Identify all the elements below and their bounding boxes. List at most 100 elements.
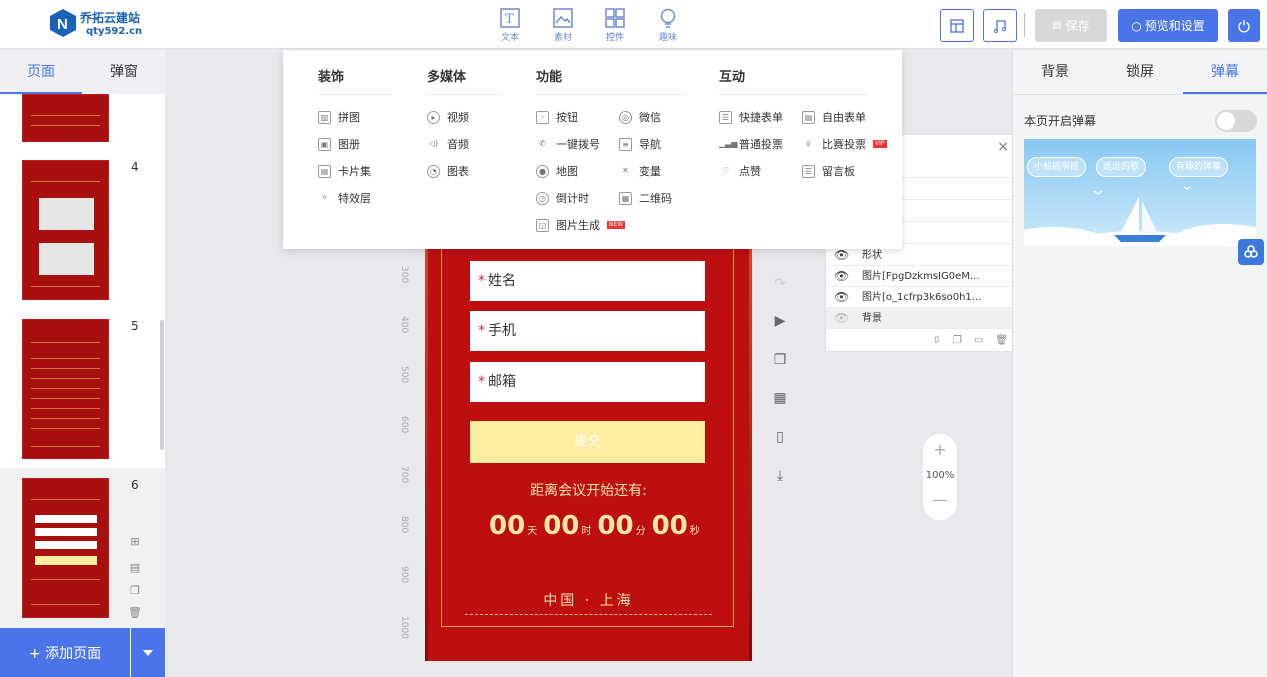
danmaku-toggle[interactable] bbox=[1215, 110, 1257, 132]
template-icon[interactable]: ▤ bbox=[128, 561, 142, 575]
new-badge: NEW bbox=[607, 221, 626, 229]
layer-row-image[interactable]: 👁 图片[o_1cfrp3k6so0h1... bbox=[826, 287, 1016, 308]
settings-panel: 背景 锁屏 弹幕 本页开启弹幕 小船摇啊摇 遥远的歌 有趣的弹幕 bbox=[1012, 50, 1267, 677]
menu-item-variable[interactable]: ✕ 变量 bbox=[619, 163, 661, 179]
logo-subtitle: qty592.cn bbox=[86, 26, 143, 37]
thumb-line bbox=[31, 342, 100, 343]
menu-item-wechat[interactable]: ◎ 微信 bbox=[619, 109, 661, 125]
eye-icon[interactable]: 👁 bbox=[834, 266, 849, 286]
menu-item-message-board[interactable]: ☰ 留言板 bbox=[802, 163, 855, 179]
add-page-dropdown[interactable] bbox=[131, 628, 165, 677]
menu-item-audio[interactable]: ◁) 音频 bbox=[427, 136, 469, 152]
folder-icon[interactable]: ▭ bbox=[974, 335, 983, 346]
tab-lockscreen[interactable]: 锁屏 bbox=[1098, 50, 1182, 94]
menu-item-navigation[interactable]: ≡ 导航 bbox=[619, 136, 661, 152]
trophy-icon: ♕ bbox=[804, 138, 813, 148]
name-field[interactable]: * 姓名 bbox=[470, 261, 705, 301]
sparkle-icon: ✧ bbox=[321, 192, 328, 202]
layers-icon[interactable]: ❐ bbox=[771, 352, 789, 370]
tab-popups[interactable]: 弹窗 bbox=[83, 50, 165, 94]
menu-item-free-form[interactable]: ▤ 自由表单 bbox=[802, 109, 866, 125]
submit-button[interactable]: 提交 bbox=[470, 421, 705, 463]
page-number: 5 bbox=[131, 319, 139, 333]
tab-danmaku[interactable]: 弹幕 bbox=[1183, 50, 1267, 94]
menu-item-qrcode[interactable]: ▦ 二维码 bbox=[619, 190, 672, 206]
close-icon[interactable]: × bbox=[997, 139, 1009, 155]
power-button[interactable] bbox=[1228, 9, 1260, 42]
page-thumbnail-6[interactable] bbox=[22, 478, 109, 618]
zoom-out-icon[interactable]: — bbox=[923, 490, 957, 509]
film-icon[interactable]: ▦ bbox=[771, 390, 789, 408]
left-scrollbar[interactable] bbox=[160, 320, 164, 450]
toolbar-fun-label: 趣味 bbox=[658, 33, 677, 43]
thumb-line bbox=[31, 398, 100, 399]
cloud-service-button[interactable] bbox=[1238, 239, 1264, 265]
save-button[interactable]: ▤ 保存 bbox=[1035, 9, 1107, 42]
menu-item-button[interactable]: ☞ 按钮 bbox=[536, 109, 578, 125]
save-label: 保存 bbox=[1065, 19, 1090, 33]
toolbar-widget-button[interactable]: 控件 bbox=[597, 6, 633, 44]
menu-item-chart[interactable]: ◔ 图表 bbox=[427, 163, 469, 179]
add-page-button[interactable]: + 添加页面 bbox=[0, 628, 130, 677]
preview-settings-button[interactable]: ○ 预览和设置 bbox=[1118, 9, 1218, 42]
menu-item-like[interactable]: ♡ 点赞 bbox=[719, 163, 761, 179]
menu-item-label: 按钮 bbox=[556, 111, 578, 124]
pie-chart-icon: ◔ bbox=[427, 164, 440, 178]
eye-icon[interactable]: 👁 bbox=[834, 287, 849, 307]
thumb-line bbox=[31, 358, 100, 359]
thumb-line bbox=[31, 446, 100, 447]
add-page-icon[interactable]: ⊞ bbox=[128, 535, 142, 549]
delete-icon[interactable]: 🗑 bbox=[995, 335, 1008, 346]
music-button[interactable] bbox=[983, 9, 1017, 42]
toolbar-material-button[interactable]: 素材 bbox=[545, 6, 581, 44]
phone-field[interactable]: * 手机 bbox=[470, 311, 705, 351]
layer-row-image[interactable]: 👁 图片[FpgDzkmsIG0eM... bbox=[826, 266, 1016, 287]
menu-item-countdown[interactable]: ◷ 倒计时 bbox=[536, 190, 589, 206]
menu-item-cards[interactable]: ▤ 卡片集 bbox=[318, 163, 371, 179]
thumb-line bbox=[31, 408, 100, 409]
toolbar-text-button[interactable]: T 文本 bbox=[492, 6, 528, 44]
download-icon[interactable]: ⤓ bbox=[771, 468, 789, 486]
layout-button[interactable] bbox=[940, 9, 974, 42]
menu-item-label: 导航 bbox=[639, 138, 661, 151]
ruler-tick: 400 bbox=[399, 316, 409, 334]
logo-icon: N bbox=[50, 9, 76, 37]
menu-item-vote[interactable]: ▁▃▅ 普通投票 bbox=[719, 136, 783, 152]
menu-item-puzzle[interactable]: ▥ 拼图 bbox=[318, 109, 360, 125]
menu-item-effects[interactable]: ✧ 特效层 bbox=[318, 190, 371, 206]
copy-icon[interactable]: ❐ bbox=[953, 335, 962, 346]
toolbar-fun-button[interactable]: 趣味 bbox=[650, 6, 686, 44]
logo[interactable]: N 乔拓云建站 qty592.cn bbox=[48, 6, 168, 42]
layer-row-background[interactable]: 👁 背景 bbox=[826, 308, 1016, 329]
divider bbox=[427, 94, 501, 95]
svg-text:T: T bbox=[505, 12, 514, 27]
eye-icon[interactable]: 👁 bbox=[834, 308, 849, 328]
tab-pages[interactable]: 页面 bbox=[0, 50, 82, 94]
menu-item-quick-form[interactable]: ☰ 快捷表单 bbox=[719, 109, 783, 125]
page-thumbnail-5[interactable] bbox=[22, 319, 109, 459]
menu-item-video[interactable]: ▸ 视频 bbox=[427, 109, 469, 125]
music-icon bbox=[994, 19, 1006, 33]
delete-icon[interactable]: 🗑 bbox=[128, 606, 142, 620]
menu-item-contest-vote[interactable]: ♕ 比赛投票 VIP bbox=[802, 136, 887, 152]
thumb-line bbox=[31, 499, 100, 500]
menu-item-map[interactable]: ● 地图 bbox=[536, 163, 578, 179]
page-thumbnail-4[interactable] bbox=[22, 160, 109, 300]
zoom-in-icon[interactable]: + bbox=[923, 440, 957, 459]
align-icon[interactable]: ⇳ bbox=[932, 335, 940, 346]
play-icon[interactable]: ▶ bbox=[771, 313, 789, 331]
laptop-image bbox=[39, 243, 94, 275]
group-interaction-title: 互动 bbox=[719, 70, 746, 85]
email-field[interactable]: * 邮箱 bbox=[470, 362, 705, 402]
menu-item-dial[interactable]: ✆ 一键拨号 bbox=[536, 136, 600, 152]
menu-item-album[interactable]: ▣ 图册 bbox=[318, 136, 360, 152]
page-thumbnail-3[interactable] bbox=[22, 94, 109, 142]
menu-item-image-generate[interactable]: ◲ 图片生成 NEW bbox=[536, 217, 626, 233]
menu-item-label: 微信 bbox=[639, 111, 661, 124]
redo-icon[interactable]: ↷ bbox=[771, 276, 789, 294]
tablet-icon[interactable]: ▯ bbox=[771, 429, 789, 447]
bar-chart-icon: ▁▃▅ bbox=[719, 138, 738, 148]
copy-icon[interactable]: ❐ bbox=[128, 584, 142, 598]
phone-canvas[interactable]: * 姓名 * 手机 * 邮箱 提交 距离会议开始还有: 00 天 00 时 00 分 00 秒… bbox=[425, 247, 752, 661]
tab-background[interactable]: 背景 bbox=[1013, 50, 1097, 94]
